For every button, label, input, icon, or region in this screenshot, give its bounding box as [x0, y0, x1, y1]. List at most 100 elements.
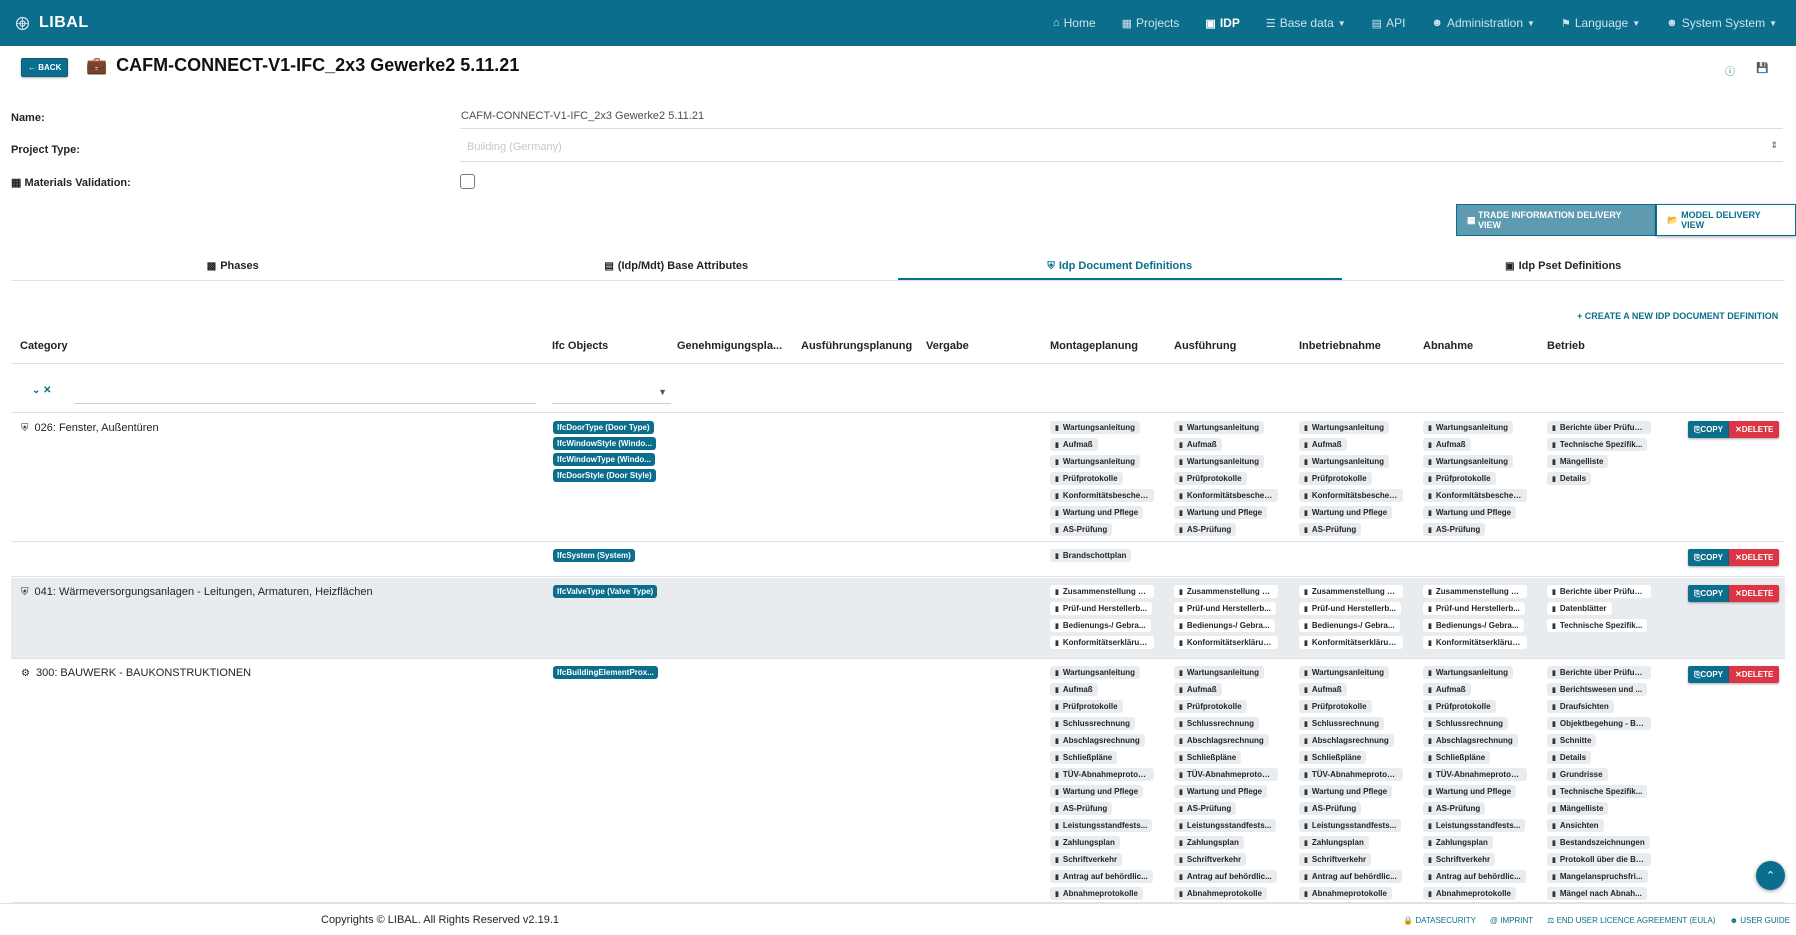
- name-field[interactable]: CAFM-CONNECT-V1-IFC_2x3 Gewerke2 5.11.21: [461, 110, 704, 122]
- document-badge[interactable]: Wartungsanleitung: [1050, 666, 1141, 679]
- document-badge[interactable]: Prüf-und Herstellerb...: [1423, 602, 1525, 615]
- document-badge[interactable]: Schriftverkehr: [1174, 853, 1247, 866]
- document-badge[interactable]: Schnitte: [1547, 734, 1597, 747]
- document-badge[interactable]: AS-Prüfung: [1174, 802, 1237, 815]
- document-badge[interactable]: Aufmaß: [1299, 438, 1347, 451]
- column-header[interactable]: Ifc Objects: [552, 340, 608, 352]
- document-badge[interactable]: Prüfprotokolle: [1174, 472, 1247, 485]
- document-badge[interactable]: Prüf-und Herstellerb...: [1050, 602, 1152, 615]
- ifc-object-badge[interactable]: IfcDoorType (Door Type): [553, 421, 654, 434]
- document-badge[interactable]: Wartungsanleitung: [1050, 455, 1141, 468]
- document-badge[interactable]: Schließpläne: [1423, 751, 1491, 764]
- document-badge[interactable]: Prüfprotokolle: [1299, 700, 1372, 713]
- document-badge[interactable]: Schlussrechnung: [1299, 717, 1384, 730]
- datasecurity-link[interactable]: 🔒 DATASECURITY: [1403, 916, 1476, 925]
- nav-language[interactable]: ⚑ Language ▼: [1561, 16, 1640, 30]
- document-badge[interactable]: Prüf-und Herstellerb...: [1299, 602, 1401, 615]
- nav-home[interactable]: ⌂ Home: [1053, 16, 1096, 30]
- document-badge[interactable]: Zusammenstellung d...: [1174, 585, 1278, 598]
- clear-filter-icon[interactable]: ✕: [43, 385, 51, 396]
- materials-validation-checkbox[interactable]: [460, 174, 475, 189]
- document-badge[interactable]: Berichte über Prüfun...: [1547, 421, 1651, 434]
- document-badge[interactable]: Mängelliste: [1547, 455, 1609, 468]
- document-badge[interactable]: Konformitätsbeschei...: [1299, 489, 1403, 502]
- copy-button[interactable]: ⎘ COPY: [1688, 585, 1730, 602]
- tab-doc-definitions[interactable]: ⛨ Idp Document Definitions: [898, 253, 1342, 280]
- document-badge[interactable]: Antrag auf behördlic...: [1050, 870, 1153, 883]
- document-badge[interactable]: Wartung und Pflege: [1050, 506, 1144, 519]
- document-badge[interactable]: Aufmaß: [1174, 438, 1222, 451]
- document-badge[interactable]: Abnahmeprotokolle: [1174, 887, 1267, 900]
- eula-link[interactable]: ⚖ END USER LICENCE AGREEMENT (EULA): [1547, 916, 1715, 925]
- column-header[interactable]: Montageplanung: [1050, 340, 1138, 352]
- document-badge[interactable]: Aufmaß: [1050, 438, 1098, 451]
- document-badge[interactable]: Leistungsstandfests...: [1174, 819, 1277, 832]
- document-badge[interactable]: AS-Prüfung: [1423, 802, 1486, 815]
- tab-base-attributes[interactable]: ▤ (Idp/Mdt) Base Attributes: [455, 253, 899, 280]
- category-filter-input[interactable]: [74, 403, 536, 404]
- document-badge[interactable]: Prüfprotokolle: [1299, 472, 1372, 485]
- column-header[interactable]: Ausführung: [1174, 340, 1236, 352]
- document-badge[interactable]: Bestandszeichnungen: [1547, 836, 1650, 849]
- document-badge[interactable]: Zahlungsplan: [1050, 836, 1120, 849]
- scroll-top-button[interactable]: ⌃: [1756, 861, 1785, 890]
- document-badge[interactable]: Schlussrechnung: [1423, 717, 1508, 730]
- document-badge[interactable]: Konformitätsbeschei...: [1423, 489, 1527, 502]
- document-badge[interactable]: Schließpläne: [1174, 751, 1242, 764]
- column-header[interactable]: Betrieb: [1547, 340, 1585, 352]
- document-badge[interactable]: TÜV-Abnahmeprotok...: [1423, 768, 1527, 781]
- document-badge[interactable]: Prüf-und Herstellerb...: [1174, 602, 1276, 615]
- tab-phases[interactable]: ▩ Phases: [11, 253, 455, 280]
- document-badge[interactable]: Berichtswesen und ...: [1547, 683, 1648, 696]
- document-badge[interactable]: Wartungsanleitung: [1299, 666, 1390, 679]
- document-badge[interactable]: AS-Prüfung: [1174, 523, 1237, 536]
- ifc-object-badge[interactable]: IfcValveType (Valve Type): [553, 585, 658, 598]
- ifc-object-badge[interactable]: IfcDoorStyle (Door Style): [553, 469, 656, 482]
- copy-button[interactable]: ⎘ COPY: [1688, 666, 1730, 683]
- document-badge[interactable]: Leistungsstandfests...: [1050, 819, 1153, 832]
- document-badge[interactable]: Details: [1547, 472, 1592, 485]
- document-badge[interactable]: Wartung und Pflege: [1299, 785, 1393, 798]
- document-badge[interactable]: Schlussrechnung: [1174, 717, 1259, 730]
- document-badge[interactable]: Leistungsstandfests...: [1299, 819, 1402, 832]
- document-badge[interactable]: Prüfprotokolle: [1174, 700, 1247, 713]
- document-badge[interactable]: Konformitätsbeschei...: [1174, 489, 1278, 502]
- nav-base-data[interactable]: ☰ Base data ▼: [1266, 16, 1346, 30]
- back-button[interactable]: ← BACK: [21, 58, 69, 77]
- document-badge[interactable]: Mängel nach Abnah...: [1547, 887, 1647, 900]
- document-badge[interactable]: Prüfprotokolle: [1050, 472, 1123, 485]
- document-badge[interactable]: Datenblätter: [1547, 602, 1612, 615]
- document-badge[interactable]: AS-Prüfung: [1299, 523, 1362, 536]
- document-badge[interactable]: Konformitätserklärung: [1174, 636, 1278, 649]
- document-badge[interactable]: Wartung und Pflege: [1174, 506, 1268, 519]
- ifc-object-badge[interactable]: IfcBuildingElementProx...: [553, 666, 658, 679]
- delete-button[interactable]: ✕ DELETE: [1729, 421, 1780, 438]
- column-header[interactable]: Vergabe: [926, 340, 969, 352]
- document-badge[interactable]: Wartungsanleitung: [1174, 421, 1265, 434]
- document-badge[interactable]: Brandschottplan: [1050, 549, 1132, 562]
- nav-projects[interactable]: ▦ Projects: [1122, 16, 1180, 30]
- document-badge[interactable]: Wartungsanleitung: [1423, 421, 1514, 434]
- trade-view-button[interactable]: ▦ TRADE INFORMATION DELIVERY VIEW: [1456, 204, 1657, 236]
- nav-api[interactable]: ▤ API: [1372, 16, 1406, 30]
- copy-button[interactable]: ⎘ COPY: [1688, 549, 1730, 566]
- document-badge[interactable]: Wartungsanleitung: [1299, 455, 1390, 468]
- document-badge[interactable]: Wartung und Pflege: [1423, 506, 1517, 519]
- document-badge[interactable]: Berichte über Prüfun...: [1547, 585, 1651, 598]
- info-icon[interactable]: ⓘ: [1725, 63, 1735, 78]
- document-badge[interactable]: Abnahmeprotokolle: [1299, 887, 1392, 900]
- document-badge[interactable]: Wartungsanleitung: [1423, 455, 1514, 468]
- column-header[interactable]: Ausführungsplanung: [801, 340, 912, 352]
- document-badge[interactable]: TÜV-Abnahmeprotok...: [1299, 768, 1403, 781]
- document-badge[interactable]: Bedienungs-/ Gebra...: [1299, 619, 1400, 632]
- column-header[interactable]: Genehmigungspla...: [677, 340, 782, 352]
- tab-pset-definitions[interactable]: ▣ Idp Pset Definitions: [1342, 253, 1786, 280]
- document-badge[interactable]: Schriftverkehr: [1050, 853, 1123, 866]
- column-header[interactable]: Inbetriebnahme: [1299, 340, 1381, 352]
- document-badge[interactable]: Protokoll über die Be...: [1547, 853, 1651, 866]
- document-badge[interactable]: Grundrisse: [1547, 768, 1608, 781]
- document-badge[interactable]: Konformitätserklärung: [1299, 636, 1403, 649]
- document-badge[interactable]: Schriftverkehr: [1299, 853, 1372, 866]
- nav-idp[interactable]: ▣ IDP: [1205, 16, 1239, 30]
- document-badge[interactable]: Mangelanspruchsfri...: [1547, 870, 1648, 883]
